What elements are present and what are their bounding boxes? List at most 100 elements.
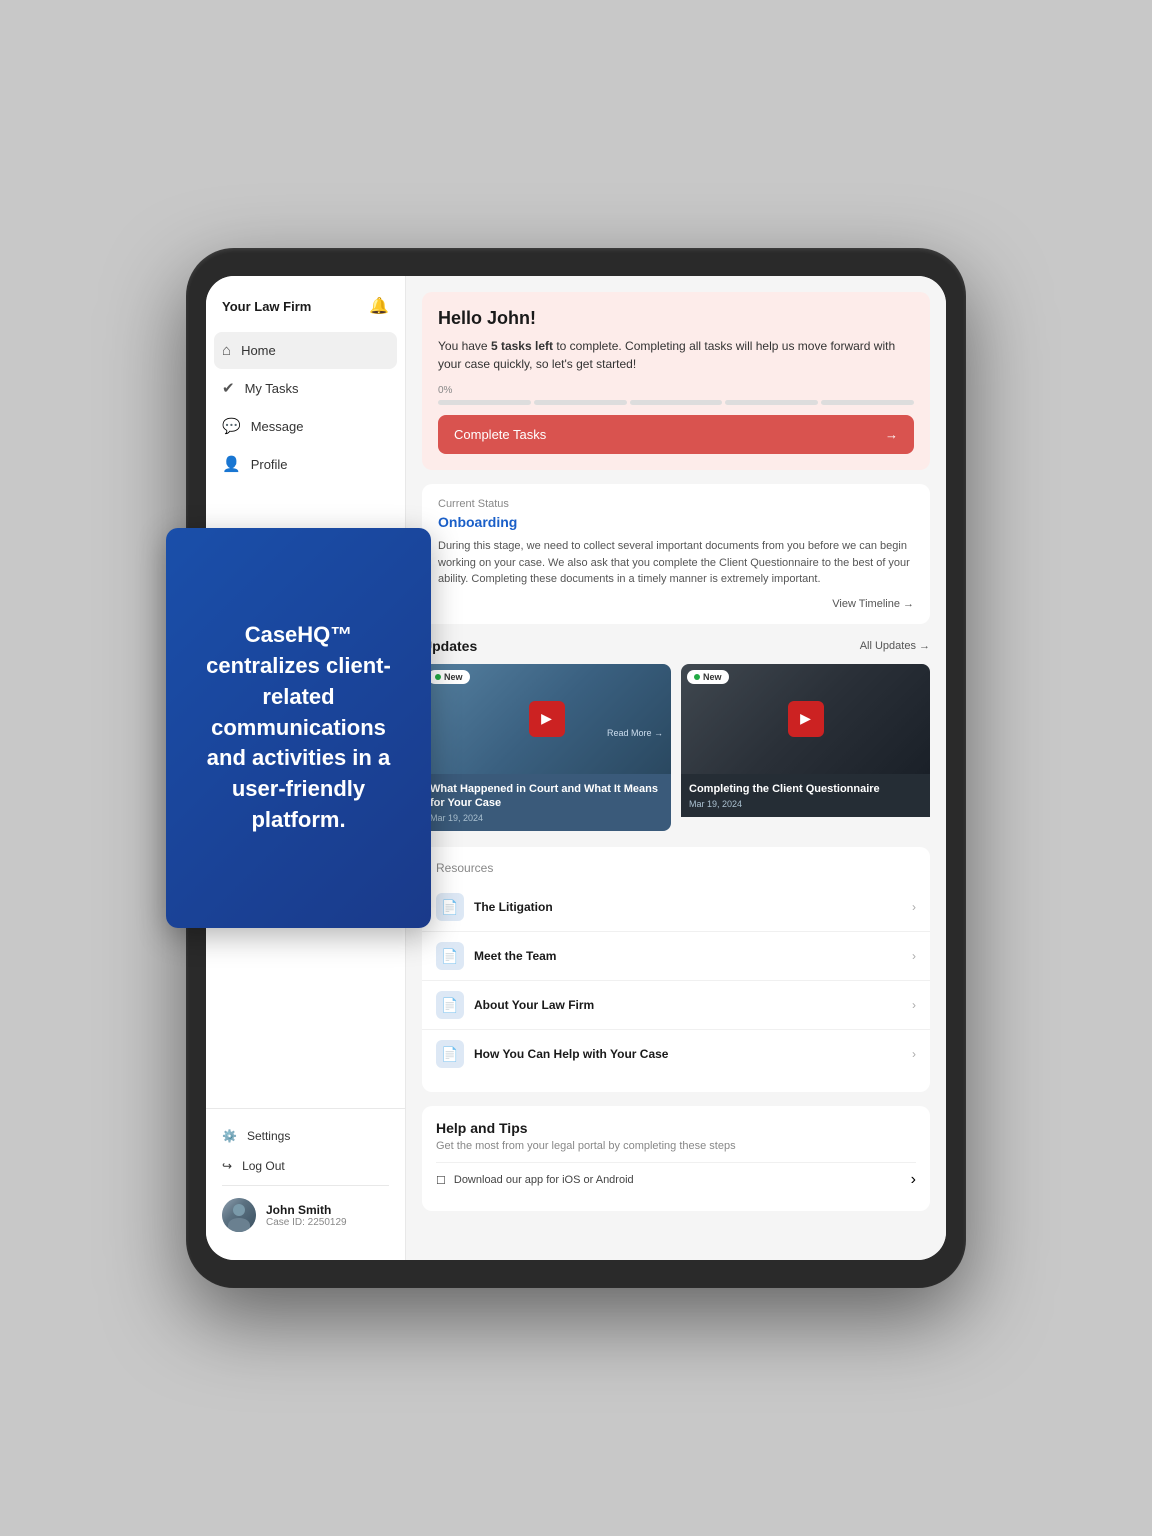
progress-seg-2 — [534, 400, 627, 405]
logout-label: Log Out — [242, 1159, 285, 1173]
firm-name: Your Law Firm — [222, 299, 311, 314]
sidebar-item-message[interactable]: 💬 Message — [206, 407, 405, 445]
settings-icon: ⚙️ — [222, 1129, 237, 1143]
new-label-1: New — [444, 672, 463, 682]
update-date-2: Mar 19, 2024 — [689, 799, 922, 809]
resource-left-3: 📄 About Your Law Firm — [436, 991, 594, 1019]
resource-icon-3: 📄 — [436, 991, 464, 1019]
update-date-1: Mar 19, 2024 — [430, 813, 663, 823]
case-id: Case ID: 2250129 — [266, 1217, 347, 1228]
nav-message-label: Message — [251, 419, 304, 434]
status-label: Current Status — [438, 498, 914, 510]
help-icon-1: ☐ — [436, 1174, 446, 1187]
settings-label: Settings — [247, 1129, 290, 1143]
update-card-1[interactable]: New ▶ Read More → What Happened in Court… — [422, 664, 671, 832]
logout-icon: ↪ — [222, 1159, 232, 1173]
avatar — [222, 1198, 256, 1232]
status-description: During this stage, we need to collect se… — [438, 538, 914, 588]
nav-profile-label: Profile — [251, 457, 288, 472]
settings-item[interactable]: ⚙️ Settings — [222, 1121, 389, 1151]
sidebar-item-profile[interactable]: 👤 Profile — [206, 445, 405, 483]
logout-item[interactable]: ↪ Log Out — [222, 1151, 389, 1181]
new-dot-1 — [435, 674, 441, 680]
resource-icon-1: 📄 — [436, 893, 464, 921]
resource-item-4[interactable]: 📄 How You Can Help with Your Case › — [422, 1030, 930, 1078]
new-badge-1: New — [428, 670, 470, 684]
resources-section: Resources 📄 The Litigation › 📄 Meet the … — [422, 847, 930, 1092]
resource-name-2: Meet the Team — [474, 949, 556, 963]
new-label-2: New — [703, 672, 722, 682]
update-info-1: What Happened in Court and What It Means… — [422, 774, 671, 832]
sidebar-bottom: ⚙️ Settings ↪ Log Out John Smith Case ID… — [206, 1108, 405, 1244]
chevron-icon-3: › — [912, 998, 916, 1012]
resource-name-3: About Your Law Firm — [474, 998, 594, 1012]
resource-item-1[interactable]: 📄 The Litigation › — [422, 883, 930, 932]
resource-icon-2: 📄 — [436, 942, 464, 970]
sidebar-item-home[interactable]: ⌂ Home — [214, 332, 397, 369]
complete-tasks-button[interactable]: Complete Tasks → — [438, 415, 914, 454]
main-content: Hello John! You have 5 tasks left to com… — [406, 276, 946, 1260]
help-subtitle: Get the most from your legal portal by c… — [436, 1140, 916, 1152]
help-label-1: Download our app for iOS or Android — [454, 1174, 634, 1186]
resource-item-3[interactable]: 📄 About Your Law Firm › — [422, 981, 930, 1030]
blue-overlay-card: CaseHQ™ centralizes client-related commu… — [166, 528, 431, 928]
chevron-icon-2: › — [912, 949, 916, 963]
sidebar-item-tasks[interactable]: ✔ My Tasks — [206, 369, 405, 407]
tasks-count: 5 tasks left — [491, 339, 553, 353]
help-title: Help and Tips — [436, 1120, 916, 1136]
status-card: Current Status Onboarding During this st… — [422, 484, 930, 624]
chevron-icon-1: › — [912, 900, 916, 914]
new-dot-2 — [694, 674, 700, 680]
complete-tasks-label: Complete Tasks — [454, 427, 546, 442]
home-icon: ⌂ — [222, 342, 231, 359]
progress-seg-5 — [821, 400, 914, 405]
user-info: John Smith Case ID: 2250129 — [266, 1203, 347, 1228]
help-item-1[interactable]: ☐ Download our app for iOS or Android › — [436, 1162, 916, 1197]
play-button-1[interactable]: ▶ — [529, 701, 565, 737]
progress-seg-4 — [725, 400, 818, 405]
read-more-1[interactable]: Read More → — [607, 728, 663, 738]
updates-grid: New ▶ Read More → What Happened in Court… — [422, 664, 930, 832]
chevron-icon-4: › — [912, 1047, 916, 1061]
user-profile: John Smith Case ID: 2250129 — [222, 1185, 389, 1232]
progress-seg-3 — [630, 400, 723, 405]
help-left-1: ☐ Download our app for iOS or Android — [436, 1174, 634, 1187]
complete-tasks-arrow: → — [885, 427, 898, 442]
help-chevron-1: › — [911, 1171, 916, 1189]
hello-text: You have 5 tasks left to complete. Compl… — [438, 337, 914, 373]
avatar-image — [222, 1198, 256, 1232]
update-info-2: Completing the Client Questionnaire Mar … — [681, 774, 930, 817]
resource-item-2[interactable]: 📄 Meet the Team › — [422, 932, 930, 981]
updates-section: Updates All Updates → New ▶ Read More → — [422, 638, 930, 832]
resource-name-1: The Litigation — [474, 900, 553, 914]
resource-icon-4: 📄 — [436, 1040, 464, 1068]
update-title-1: What Happened in Court and What It Means… — [430, 782, 663, 811]
status-value: Onboarding — [438, 514, 914, 530]
progress-label: 0% — [438, 385, 914, 396]
resource-left-4: 📄 How You Can Help with Your Case — [436, 1040, 668, 1068]
nav-home-label: Home — [241, 343, 276, 358]
message-icon: 💬 — [222, 417, 241, 435]
resource-left-1: 📄 The Litigation — [436, 893, 553, 921]
hello-title: Hello John! — [438, 308, 914, 329]
progress-track — [438, 400, 914, 405]
resource-name-4: How You Can Help with Your Case — [474, 1047, 668, 1061]
bell-icon[interactable]: 🔔 — [369, 296, 389, 316]
all-updates-link[interactable]: All Updates → — [860, 640, 930, 652]
blue-overlay-text: CaseHQ™ centralizes client-related commu… — [194, 620, 403, 836]
view-timeline-link[interactable]: View Timeline → — [438, 598, 914, 610]
tasks-icon: ✔ — [222, 379, 235, 397]
progress-section: 0% — [438, 385, 914, 405]
profile-icon: 👤 — [222, 455, 241, 473]
resources-title: Resources — [422, 861, 930, 883]
new-badge-2: New — [687, 670, 729, 684]
nav-tasks-label: My Tasks — [245, 381, 299, 396]
sidebar-header: Your Law Firm 🔔 — [206, 296, 405, 332]
update-card-2[interactable]: New ▶ Completing the Client Questionnair… — [681, 664, 930, 832]
resource-left-2: 📄 Meet the Team — [436, 942, 556, 970]
update-title-2: Completing the Client Questionnaire — [689, 782, 922, 796]
updates-header: Updates All Updates → — [422, 638, 930, 654]
play-button-2[interactable]: ▶ — [788, 701, 824, 737]
user-name: John Smith — [266, 1203, 347, 1217]
help-section: Help and Tips Get the most from your leg… — [422, 1106, 930, 1211]
